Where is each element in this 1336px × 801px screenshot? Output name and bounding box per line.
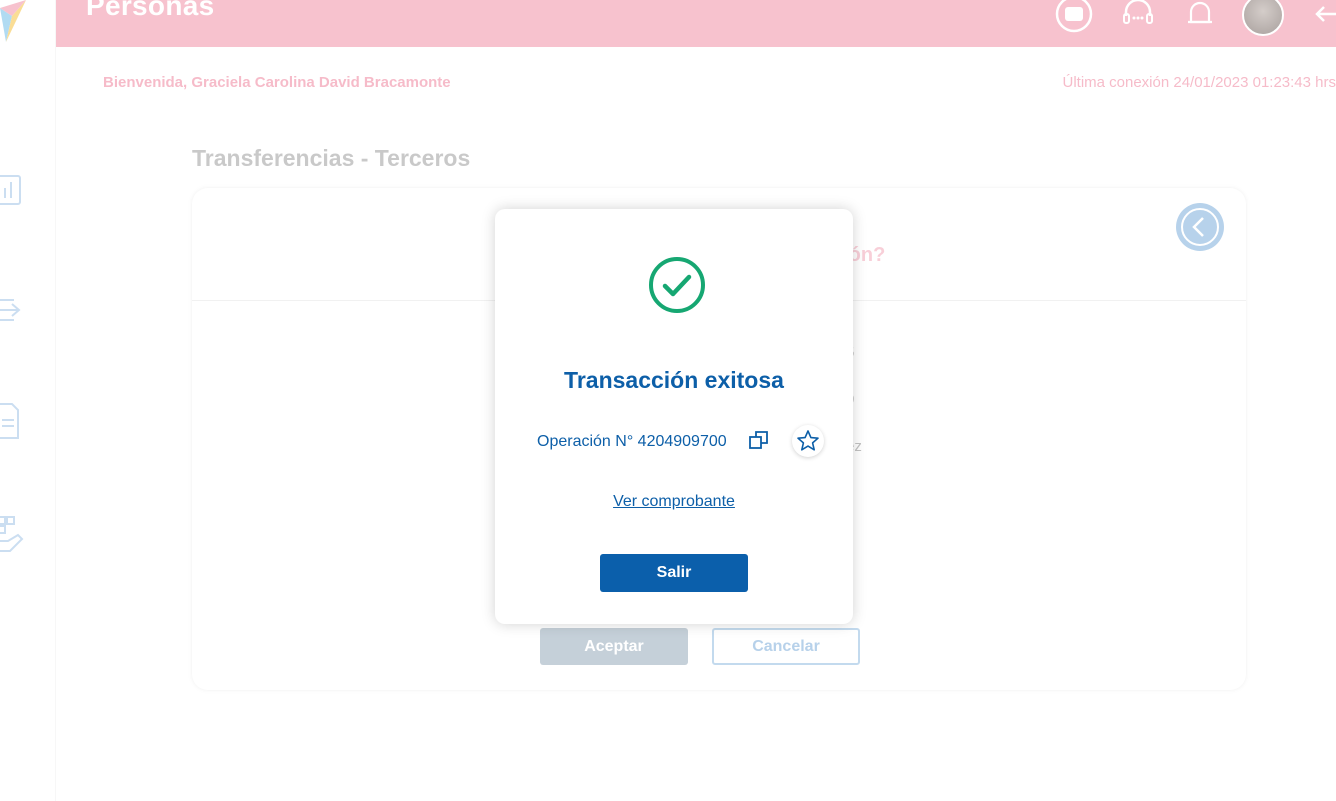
favorite-button[interactable] [792, 425, 824, 457]
copy-icon[interactable] [748, 429, 770, 451]
exit-button[interactable]: Salir [600, 554, 748, 592]
operation-number: Operación N° 4204909700 [537, 433, 727, 450]
modal-title: Transacción exitosa [564, 367, 784, 393]
success-modal: Transacción exitosa Operación N° 4204909… [495, 209, 853, 624]
view-receipt-link[interactable]: Ver comprobante [495, 493, 853, 511]
star-icon [797, 430, 819, 451]
success-check-icon [649, 257, 705, 313]
